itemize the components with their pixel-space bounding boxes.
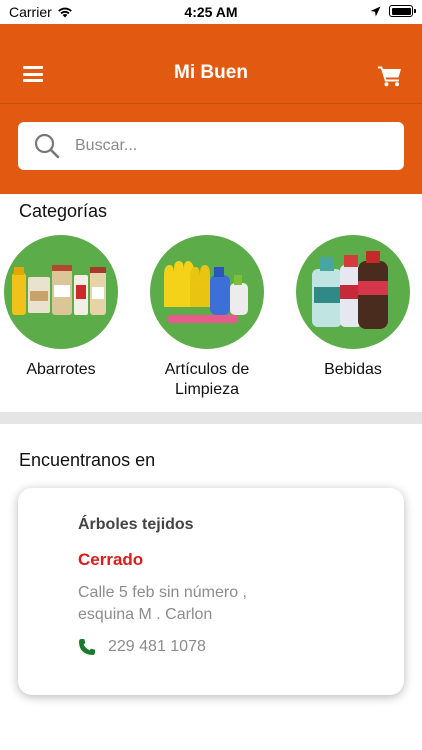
phone-row[interactable]: 229 481 1078 bbox=[78, 638, 206, 656]
address-line-1: Calle 5 feb sin número , bbox=[78, 584, 247, 601]
search-bar[interactable] bbox=[18, 122, 404, 170]
address-line-2: esquina M . Carlon bbox=[78, 606, 213, 623]
search-input[interactable] bbox=[75, 137, 375, 155]
shopping-cart-icon[interactable] bbox=[378, 65, 402, 87]
store-card[interactable]: Árboles tejidos Cerrado Calle 5 feb sin … bbox=[18, 488, 404, 695]
category-label: Artículos de Limpieza bbox=[164, 361, 250, 398]
store-name: Árboles tejidos bbox=[78, 516, 194, 533]
search-icon bbox=[34, 133, 60, 159]
location-arrow-icon bbox=[370, 6, 381, 16]
locations-title: Encuentranos en bbox=[19, 450, 156, 470]
status-bar: Carrier 4:25 AM bbox=[0, 0, 422, 24]
app-header: Mi Buen bbox=[0, 24, 422, 194]
store-status: Cerrado bbox=[78, 550, 144, 569]
app-title: Mi Buen bbox=[174, 62, 248, 83]
category-label: Bebidas bbox=[324, 361, 382, 378]
phone-icon bbox=[79, 639, 95, 655]
groceries-image bbox=[4, 235, 118, 349]
beverages-image bbox=[296, 235, 410, 349]
cleaning-supplies-image bbox=[150, 235, 264, 349]
store-address: Calle 5 feb sin número , esquina M . Car… bbox=[78, 582, 378, 626]
categories-title: Categorías bbox=[19, 201, 108, 221]
status-right bbox=[370, 5, 416, 17]
nav-bar: Mi Buen bbox=[0, 24, 422, 104]
battery-icon bbox=[389, 5, 416, 17]
category-label: Abarrotes bbox=[26, 361, 96, 378]
category-abarrotes[interactable]: Abarrotes bbox=[0, 235, 131, 380]
status-time: 4:25 AM bbox=[184, 4, 238, 20]
category-articulos-de-limpieza[interactable]: Artículos de Limpieza bbox=[137, 235, 277, 400]
section-divider bbox=[0, 412, 422, 424]
category-bebidas[interactable]: Bebidas bbox=[283, 235, 422, 380]
phone-number: 229 481 1078 bbox=[108, 638, 206, 655]
